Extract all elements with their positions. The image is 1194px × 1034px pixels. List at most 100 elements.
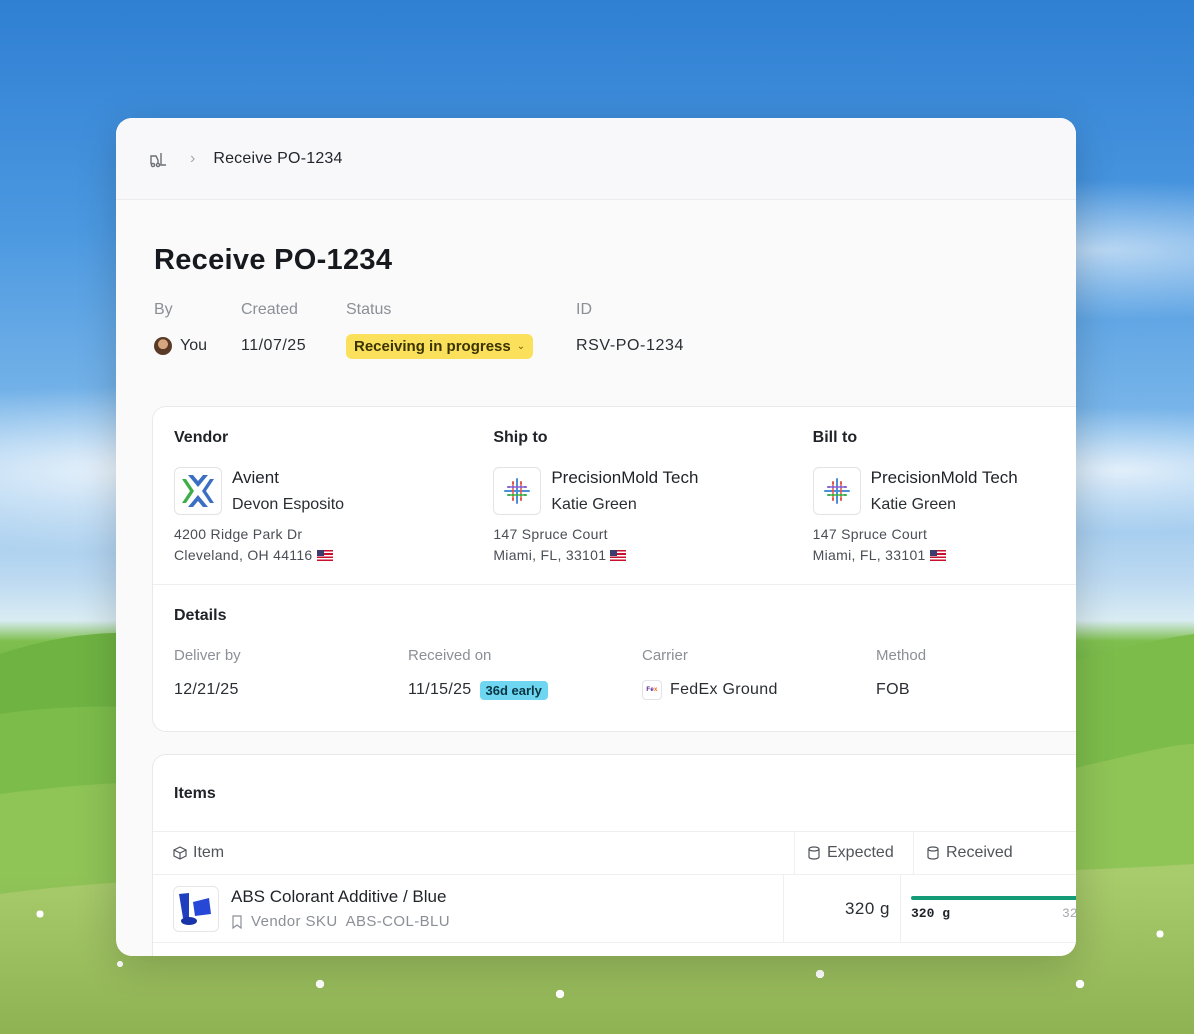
item-name[interactable]: ABS Colorant Additive / Blue	[231, 887, 450, 907]
items-table-header: Item Expected Received	[153, 831, 1076, 875]
top-bar: › Receive PO-1234	[116, 118, 1076, 200]
created-label: Created	[241, 301, 298, 318]
by-value: You	[180, 337, 207, 354]
id-label: ID	[576, 301, 592, 318]
received-qty: 320 g	[911, 906, 951, 921]
bill-to-org: PrecisionMold Tech Katie Green	[812, 467, 1076, 515]
received-total: 320 g	[1061, 906, 1076, 921]
column-received-label: Received	[946, 844, 1013, 861]
bill-to-address: 147 Spruce Court Miami, FL, 33101	[813, 524, 1076, 566]
item-thumbnail	[173, 885, 219, 932]
ship-to-section: Ship to PrecisionMold Tech Katie Green 1…	[472, 407, 791, 584]
fedex-icon: Fe x	[642, 680, 662, 700]
ship-to-org: PrecisionMold Tech Katie Green	[493, 467, 791, 515]
receive-window: › Receive PO-1234 Receive PO-1234 By You…	[116, 118, 1076, 956]
avatar	[154, 337, 172, 355]
meta-id: ID RSV-PO-1234	[576, 301, 684, 359]
item-text: ABS Colorant Additive / Blue Vendor SKU …	[231, 887, 450, 930]
page-title: Receive PO-1234	[154, 244, 393, 276]
early-badge: 36d early	[479, 680, 548, 700]
received-progress-fill	[911, 896, 1076, 900]
received-on-label: Received on	[408, 647, 492, 664]
by-label: By	[154, 301, 173, 318]
by-value-wrap: You	[154, 333, 241, 359]
breadcrumb-current[interactable]: Receive PO-1234	[213, 150, 342, 168]
meta-row: By You Created 11/07/25 Status Receiving…	[154, 301, 1076, 359]
bookmark-icon	[231, 914, 245, 929]
deliver-by: Deliver by 12/21/25	[174, 647, 408, 702]
column-expected[interactable]: Expected	[795, 832, 914, 874]
deliver-by-value: 12/21/25	[174, 681, 239, 698]
item-sku-prefix: Vendor SKU	[251, 913, 338, 930]
table-row[interactable]: ABS Colorant Additive / Blue Vendor SKU …	[153, 875, 1076, 943]
meta-status: Status Receiving in progress ⌄	[346, 301, 576, 359]
received-on-value: 11/15/25	[408, 681, 472, 698]
deliver-by-label: Deliver by	[174, 647, 241, 664]
column-item-label: Item	[193, 844, 225, 861]
vendor-heading: Vendor	[174, 429, 229, 446]
order-info-card: Vendor Avient Devon Esposito 4200 Ridge …	[152, 406, 1076, 732]
status-value-wrap: Receiving in progress ⌄	[346, 333, 576, 359]
method: Method FOB	[876, 647, 1076, 702]
carrier-label: Carrier	[642, 647, 688, 664]
carrier-wrap: Fe x FedEx Ground	[642, 678, 876, 702]
meta-created: Created 11/07/25	[241, 301, 346, 359]
received-progress-bar	[911, 896, 1076, 900]
carrier-value: FedEx Ground	[670, 681, 778, 698]
received-numbers: 320 g 320 g	[911, 906, 1076, 921]
database-icon	[807, 846, 821, 860]
precisionmold-logo	[812, 467, 861, 515]
bill-to-address-line2-wrap: Miami, FL, 33101	[813, 545, 1076, 566]
id-value: RSV-PO-1234	[576, 337, 684, 354]
meta-by: By You	[154, 301, 241, 359]
database-icon	[926, 846, 940, 860]
vendor-names: Avient Devon Esposito	[232, 468, 344, 515]
box-icon	[173, 846, 187, 860]
item-sku: ABS-COL-BLU	[345, 913, 450, 930]
method-label: Method	[876, 647, 927, 664]
bill-to-company: PrecisionMold Tech	[870, 468, 1018, 487]
vendor-contact: Devon Esposito	[232, 496, 345, 513]
ship-to-names: PrecisionMold Tech Katie Green	[551, 468, 698, 515]
created-value: 11/07/25	[241, 337, 307, 354]
vendor-logo	[174, 467, 222, 515]
bill-to-address-line1: 147 Spruce Court	[812, 526, 928, 542]
ship-to-address: 147 Spruce Court Miami, FL, 33101	[493, 524, 791, 566]
received-on: Received on 11/15/25 36d early	[408, 647, 642, 702]
details-row: Deliver by 12/21/25 Received on 11/15/25…	[174, 647, 1076, 702]
ship-to-company: PrecisionMold Tech	[551, 468, 699, 487]
ship-to-contact: Katie Green	[551, 496, 637, 513]
item-expected: 320 g	[784, 875, 901, 942]
bill-to-address-line2: Miami, FL, 33101	[812, 547, 926, 563]
forklift-icon[interactable]	[148, 149, 168, 169]
items-heading: Items	[174, 785, 216, 802]
status-dropdown[interactable]: Receiving in progress ⌄	[346, 333, 534, 359]
vendor-address: 4200 Ridge Park Dr Cleveland, OH 44116	[174, 524, 472, 566]
carrier: Carrier Fe x FedEx Ground	[642, 647, 876, 702]
ship-to-address-line2-wrap: Miami, FL, 33101	[493, 545, 791, 566]
item-sku-wrap: Vendor SKU ABS-COL-BLU	[231, 913, 450, 930]
bill-to-section: Bill to PrecisionMold Tech Katie Green 1…	[792, 407, 1076, 584]
bill-to-names: PrecisionMold Tech Katie Green	[871, 468, 1018, 515]
ship-to-heading: Ship to	[493, 429, 548, 446]
main-content: Receive PO-1234 By You Created 11/07/25 …	[116, 244, 1076, 359]
item-received-cell[interactable]: 320 g 320 g	[901, 875, 1076, 942]
us-flag-icon	[929, 550, 946, 561]
vendor-section: Vendor Avient Devon Esposito 4200 Ridge …	[153, 407, 472, 584]
us-flag-icon	[316, 550, 333, 561]
status-label: Status	[346, 301, 392, 318]
column-expected-label: Expected	[827, 844, 894, 861]
received-on-wrap: 11/15/25 36d early	[408, 678, 642, 702]
item-cell: ABS Colorant Additive / Blue Vendor SKU …	[153, 875, 784, 942]
chevron-down-icon: ⌄	[516, 340, 526, 352]
column-item[interactable]: Item	[153, 832, 795, 874]
bill-to-contact: Katie Green	[870, 496, 957, 513]
items-card: Items Item Expected Received ABS Coloran…	[152, 754, 1076, 956]
us-flag-icon	[610, 550, 627, 561]
vendor-address-line1: 4200 Ridge Park Dr	[174, 526, 303, 542]
details-heading: Details	[174, 607, 227, 624]
vendor-address-line2: Cleveland, OH 44116	[174, 547, 313, 563]
column-received[interactable]: Received	[914, 832, 1013, 874]
ship-to-address-line2: Miami, FL, 33101	[493, 547, 607, 563]
vendor-org: Avient Devon Esposito	[174, 467, 472, 515]
